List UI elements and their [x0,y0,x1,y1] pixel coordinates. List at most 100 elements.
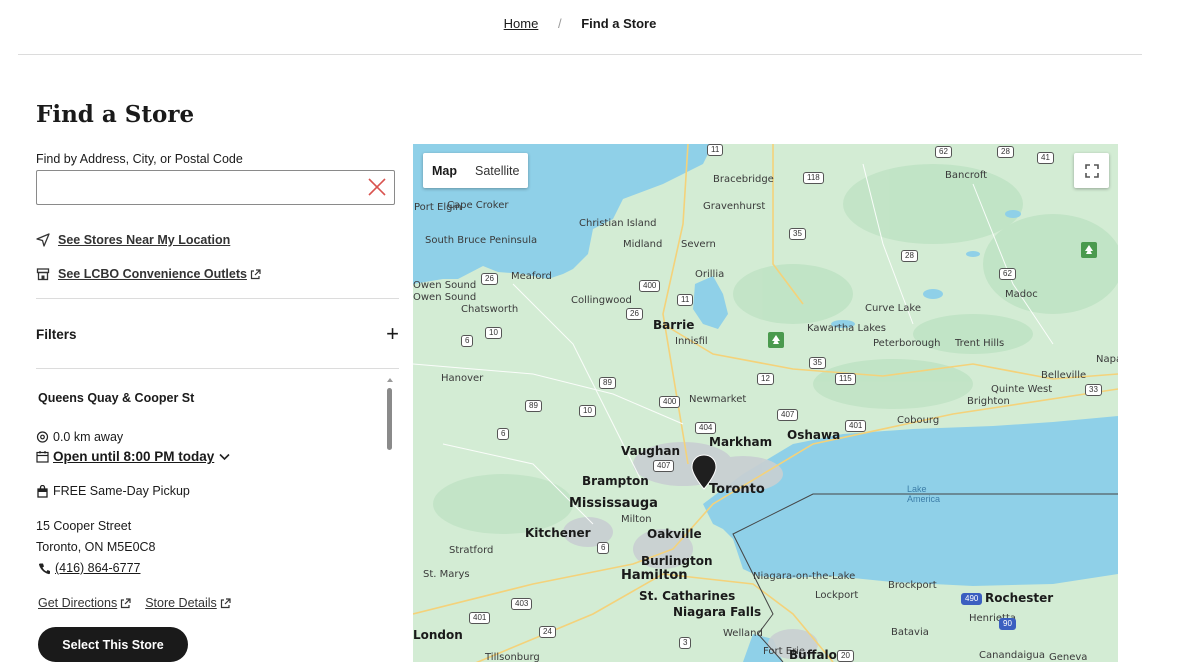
map-label-owen-sound: Owen Sound [413,280,477,291]
road-shield: 115 [835,373,856,385]
clear-icon[interactable] [366,176,388,198]
map-label-barrie: Barrie [653,318,695,332]
store-pickup: FREE Same-Day Pickup [36,484,190,498]
road-shield: 62 [935,146,952,158]
store-address-line2: Toronto, ON M5E0C8 [36,540,156,554]
road-shield: 89 [599,377,616,389]
map-pin-icon [36,430,49,443]
store-list-scrollbar[interactable] [386,378,394,662]
chevron-down-icon [219,453,230,461]
road-shield: 26 [626,308,643,320]
see-stores-near-me-link[interactable]: See Stores Near My Location [36,233,230,247]
road-shield: 3 [679,637,692,649]
map-label-south-bruce-peninsula: South Bruce Peninsula [425,235,538,246]
map-label-bancroft: Bancroft [945,170,988,181]
park-icon [1081,242,1097,258]
road-shield: 20 [837,650,854,662]
map-label-oakville: Oakville [647,527,702,541]
road-shield: 62 [999,268,1016,280]
road-shield: 89 [525,400,542,412]
fullscreen-button[interactable] [1074,153,1109,188]
road-shield: 12 [757,373,774,385]
map-label-burlington: Burlington [641,554,713,568]
scrollbar-thumb[interactable] [387,388,392,450]
map-label-owen-sound-2: Owen Sound [413,292,477,303]
road-shield: 10 [579,405,596,417]
map-label-st-marys: St. Marys [423,569,470,580]
map-label-severn: Severn [681,239,716,250]
scroll-up-arrow-icon[interactable] [387,378,393,382]
store-name: Queens Quay & Cooper St [38,391,195,405]
map-type-satellite-button[interactable]: Satellite [466,153,528,188]
road-shield: 11 [677,294,694,306]
store-phone-link[interactable]: (416) 864-6777 [38,561,140,575]
map-label-chatsworth: Chatsworth [461,304,519,315]
road-shield: 401 [469,612,491,624]
map-type-map-button[interactable]: Map [423,153,466,188]
page-title: Find a Store [36,101,195,128]
see-stores-near-me-label: See Stores Near My Location [58,233,231,247]
store-hours-text: Open until 8:00 PM today [53,449,215,464]
filters-toggle[interactable]: Filters + [36,323,399,345]
road-shield: 404 [695,422,717,434]
road-shield: 6 [597,542,610,554]
road-shield: 28 [901,250,918,262]
map-label-collingwood: Collingwood [571,295,632,306]
map-label-buffalo: Buffalo [789,648,837,662]
breadcrumb-home-link[interactable]: Home [504,16,539,31]
map-water-label-america: America [907,494,941,504]
map-label-markham: Markham [709,435,773,449]
park-icon [768,332,784,348]
road-shield: 6 [497,428,510,440]
store-hours-toggle[interactable]: Open until 8:00 PM today [36,449,231,464]
store-icon [36,268,50,281]
map-label-curve-lake: Curve Lake [865,303,921,314]
store-map[interactable]: Bracebridge Gravenhurst Bancroft Port El… [413,144,1118,662]
map-label-cobourg: Cobourg [897,415,940,426]
store-actions: Get Directions Store Details [38,596,245,610]
map-label-brockport: Brockport [888,580,937,591]
store-address-line1: 15 Cooper Street [36,519,132,533]
section-divider [36,298,399,299]
map-label-meaford: Meaford [511,271,552,282]
store-location-pin-icon[interactable] [691,454,717,490]
see-convenience-outlets-link[interactable]: See LCBO Convenience Outlets [36,267,261,281]
map-label-napanee: Napanee [1096,354,1118,365]
search-label: Find by Address, City, or Postal Code [36,152,243,166]
store-distance: 0.0 km away [36,430,123,444]
phone-icon [38,563,50,574]
map-label-hanover: Hanover [441,373,484,384]
plus-icon[interactable]: + [386,323,399,345]
map-label-niagara-on-the-lake: Niagara-on-the-Lake [753,571,856,582]
map-label-canandaigua: Canandaigua [979,650,1045,661]
map-label-gravenhurst: Gravenhurst [703,201,766,212]
map-label-rochester: Rochester [985,591,1054,605]
road-shield: 24 [539,626,556,638]
map-label-stratford: Stratford [449,545,494,556]
map-label-vaughan: Vaughan [621,444,681,458]
road-shield: 118 [803,172,824,184]
map-label-christian-island: Christian Island [579,218,657,229]
road-shield: 403 [511,598,533,610]
road-shield: 28 [997,146,1014,158]
store-details-link[interactable]: Store Details [145,596,231,610]
road-shield-interstate: 490 [961,593,983,605]
map-label-toronto: Toronto [709,482,765,497]
road-shield: 33 [1085,384,1102,396]
map-label-peterborough: Peterborough [873,338,941,349]
map-label-brighton: Brighton [967,396,1010,407]
store-pickup-text: FREE Same-Day Pickup [53,484,190,498]
map-label-mississauga: Mississauga [569,496,658,511]
search-input[interactable] [37,171,357,204]
calendar-icon [36,451,49,463]
road-shield: 407 [777,409,799,421]
map-label-geneva: Geneva [1049,652,1088,662]
see-convenience-outlets-label: See LCBO Convenience Outlets [58,267,247,281]
road-shield: 35 [789,228,806,240]
select-this-store-button[interactable]: Select This Store [38,627,188,662]
map-label-cape-croker: Cape Croker [447,200,509,211]
store-distance-text: 0.0 km away [53,430,124,444]
map-label-st-catharines: St. Catharines [639,589,736,603]
map-label-madoc: Madoc [1005,289,1038,300]
get-directions-link[interactable]: Get Directions [38,596,131,610]
